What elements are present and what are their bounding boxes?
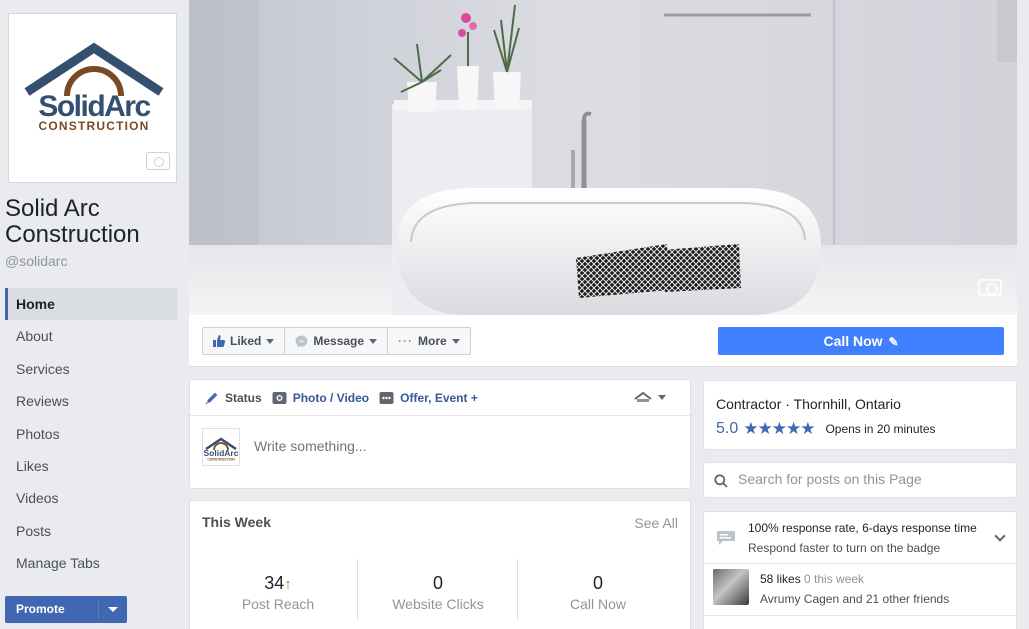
liked-button[interactable]: Liked [203,328,286,354]
bathroom-cover-image [189,0,1017,315]
see-all-link[interactable]: See All [634,515,678,531]
page-action-buttons: Liked Message ··· More [202,327,471,355]
chevron-down-icon [658,394,666,400]
page-stats-card: 100% response rate, 6-days response time… [703,511,1017,629]
ellipsis-icon: ··· [398,334,414,348]
solidarc-logo-mini-icon [634,391,652,402]
composer-tabs: Status Photo / Video Offer, Event + [190,380,690,416]
stat-call-now[interactable]: 0 Call Now [518,573,678,612]
speech-bubble-icon [717,531,735,545]
promote-button[interactable]: Promote [5,596,127,623]
page-username[interactable]: @solidarc [5,253,67,269]
tab-photo-label: Photo / Video [292,390,370,405]
website-clicks-label: Website Clicks [392,596,484,612]
pencil-icon[interactable]: ✎ [888,335,898,349]
camera-icon[interactable] [978,279,1002,296]
post-audience-selector[interactable] [634,391,666,403]
star-rating-icon: ★★★★★ [743,419,815,438]
post-reach-value: 34 [264,573,285,593]
friend-avatar[interactable] [713,569,749,605]
rating-row[interactable]: 5.0 ★★★★★ Opens in 20 minutes [716,419,936,439]
nav-item-services[interactable]: Services [5,353,177,385]
promote-divider [98,600,99,619]
response-rate-subtitle: Respond faster to turn on the badge [748,541,941,555]
offer-icon [379,391,394,404]
likes-count-line[interactable]: 58 likes 0 this week [760,572,864,586]
opening-hours: Opens in 20 minutes [825,422,936,436]
more-button[interactable]: ··· More [388,328,470,354]
search-icon [714,474,728,488]
stat-post-reach[interactable]: 34↑ Post Reach [198,573,358,612]
chevron-down-icon[interactable] [994,530,1006,542]
tab-status[interactable]: Status [205,391,262,405]
page-avatar: SolidArc CONSTRUCTION [202,428,240,466]
website-clicks-value: 0 [432,573,443,593]
row-divider [704,563,1016,564]
page-search-box [703,462,1017,498]
page-nav: Home About Services Reviews Photos Likes… [5,288,177,580]
messenger-icon [295,335,308,347]
search-input[interactable] [738,471,1008,487]
tab-photo-video[interactable]: Photo / Video [272,391,369,405]
chevron-down-icon [451,338,460,344]
call-now-stat-label: Call Now [569,596,626,612]
solidarc-logo: SolidArc CONSTRUCTION [24,42,164,133]
svg-text:CONSTRUCTION: CONSTRUCTION [38,119,149,133]
nav-item-home[interactable]: Home [5,288,177,321]
camera-icon[interactable] [146,152,170,170]
nav-item-reviews[interactable]: Reviews [5,385,177,417]
composer-input[interactable] [254,438,654,454]
thumbs-up-icon [213,335,225,347]
tab-status-label: Status [225,390,262,405]
rating-value: 5.0 [716,420,739,437]
row-divider [704,615,1016,616]
photo-icon [272,391,287,404]
call-now-value: 0 [592,573,603,593]
nav-item-about[interactable]: About [5,320,177,352]
svg-text:CONSTRUCTION: CONSTRUCTION [207,458,235,462]
message-label: Message [313,334,365,348]
arrow-up-icon: ↑ [284,576,292,593]
call-now-button[interactable]: Call Now ✎ [718,327,1004,355]
chevron-down-icon [266,338,275,344]
chevron-down-icon[interactable] [108,607,118,612]
page-info-card: Contractor · Thornhill, Ontario 5.0 ★★★★… [703,380,1017,450]
solidarc-logo-small: SolidArc CONSTRUCTION [204,437,239,462]
stat-website-clicks[interactable]: 0 Website Clicks [358,573,518,612]
liked-label: Liked [230,334,262,348]
likes-this-week: 0 this week [804,572,865,586]
page-category: Contractor · Thornhill, Ontario [716,396,901,412]
friends-who-like[interactable]: Avrumy Cagen and 21 other friends [760,592,949,606]
message-button[interactable]: Message [285,328,389,354]
call-now-label: Call Now [823,333,883,349]
response-rate-text: 100% response rate, 6-days response time [748,521,977,535]
nav-item-likes[interactable]: Likes [5,450,177,482]
nav-item-posts[interactable]: Posts [5,515,177,547]
profile-picture[interactable]: SolidArc CONSTRUCTION [8,13,177,183]
nav-item-manage-tabs[interactable]: Manage Tabs [5,547,177,579]
chevron-down-icon [369,338,378,344]
post-reach-label: Post Reach [241,596,315,612]
promote-label: Promote [16,602,65,616]
this-week-title: This Week [202,514,271,530]
this-week-card: This Week See All 34↑ Post Reach 0 Websi… [189,500,691,629]
cover-photo[interactable] [189,0,1017,315]
page-title: Solid Arc Construction [5,195,140,248]
nav-item-videos[interactable]: Videos [5,482,177,514]
nav-item-photos[interactable]: Photos [5,418,177,450]
tab-offer-event[interactable]: Offer, Event + [379,391,478,405]
svg-text:SolidArc: SolidArc [204,448,239,458]
more-label: More [418,334,447,348]
tab-offer-label: Offer, Event + [400,390,478,405]
pencil-icon [205,392,218,404]
post-composer: Status Photo / Video Offer, Event + Soli… [189,379,691,489]
likes-count: 58 likes [760,572,801,586]
